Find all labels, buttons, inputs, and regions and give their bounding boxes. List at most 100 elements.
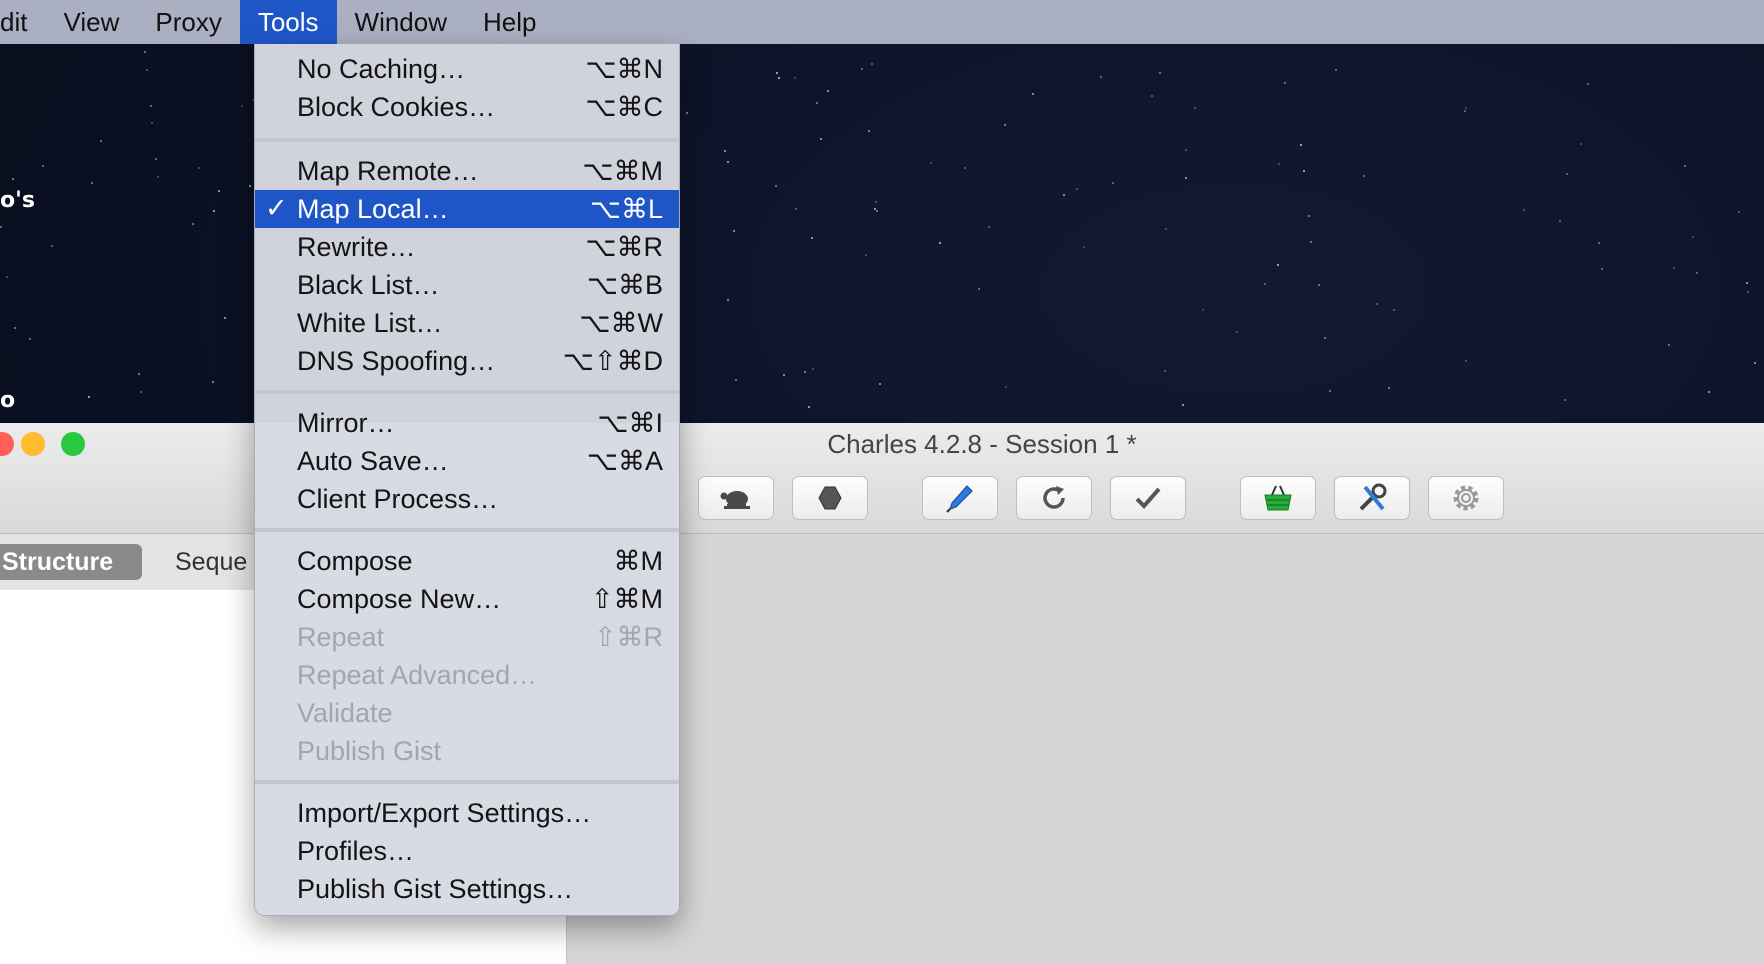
star-decoration (871, 63, 873, 65)
star-decoration (1100, 76, 1102, 78)
star-decoration (1278, 163, 1280, 165)
menu-separator (255, 138, 679, 142)
star-decoration (1264, 283, 1266, 285)
gear-icon (1453, 485, 1479, 511)
star-decoration (1032, 93, 1034, 95)
menu-item-label: Map Local… (297, 194, 449, 224)
menu-edit[interactable]: dit (0, 0, 45, 44)
menu-item-shortcut: ⇧⌘M (590, 584, 663, 614)
menu-item-label: Compose (297, 546, 413, 576)
menu-item-shortcut: ⌥⌘W (579, 308, 663, 338)
star-decoration (1005, 386, 1007, 388)
menu-item-map-local[interactable]: ✓ Map Local… ⌥⌘L (255, 190, 679, 228)
menu-item-label: No Caching… (297, 54, 466, 84)
star-decoration (1673, 267, 1675, 269)
star-decoration (91, 182, 93, 184)
tab-structure[interactable]: Structure (0, 544, 142, 580)
throttle-button[interactable] (698, 476, 774, 520)
star-decoration (140, 391, 142, 393)
menu-tools[interactable]: Tools (239, 0, 337, 44)
star-decoration (12, 178, 14, 180)
star-decoration (930, 162, 932, 164)
menu-help[interactable]: Help (465, 0, 554, 44)
star-decoration (213, 210, 215, 212)
star-decoration (88, 396, 90, 398)
clear-button[interactable] (1240, 476, 1316, 520)
star-decoration (1684, 165, 1686, 167)
menu-item-no-caching[interactable]: No Caching… ⌥⌘N (255, 50, 679, 88)
menu-item-black-list[interactable]: Black List… ⌥⌘B (255, 266, 679, 304)
menu-item-white-list[interactable]: White List… ⌥⌘W (255, 304, 679, 342)
star-decoration (1696, 272, 1698, 274)
desktop-icon-label[interactable]: o (0, 388, 15, 413)
menu-item-shortcut: ⌥⌘N (585, 54, 663, 84)
star-decoration (794, 77, 796, 79)
menu-item-label: Import/Export Settings… (297, 798, 592, 828)
menu-window[interactable]: Window (337, 0, 465, 44)
star-decoration (151, 122, 153, 124)
star-decoration (1388, 387, 1390, 389)
star-decoration (138, 373, 140, 375)
checkmark-icon: ✓ (265, 193, 288, 223)
menu-item-label: Profiles… (297, 836, 415, 866)
validate-button[interactable] (1110, 476, 1186, 520)
menu-item-label: Publish Gist (297, 736, 442, 766)
menu-item-import-export-settings[interactable]: Import/Export Settings… (255, 794, 679, 832)
menu-item-validate: Validate (255, 694, 679, 732)
star-decoration (1063, 194, 1065, 196)
star-decoration (1393, 309, 1395, 311)
menu-separator (255, 780, 679, 784)
menu-item-block-cookies[interactable]: Block Cookies… ⌥⌘C (255, 88, 679, 126)
star-decoration (1559, 220, 1561, 222)
star-decoration (795, 208, 797, 210)
menu-item-auto-save[interactable]: Auto Save… ⌥⌘A (255, 442, 679, 480)
star-decoration (776, 72, 778, 74)
star-decoration (1692, 236, 1694, 238)
star-decoration (1601, 268, 1603, 270)
menu-item-shortcut: ⌥⌘L (589, 194, 663, 224)
menu-item-shortcut: ⌥⌘I (597, 408, 663, 438)
menu-item-label: DNS Spoofing… (297, 346, 496, 376)
star-decoration (1277, 264, 1279, 266)
stop-recording-button[interactable] (792, 476, 868, 520)
menu-item-shortcut: ⌥⇧⌘D (562, 346, 663, 376)
settings-button[interactable] (1428, 476, 1504, 520)
tab-sequence[interactable]: Seque (175, 544, 247, 580)
star-decoration (1668, 344, 1670, 346)
star-decoration (1112, 182, 1114, 184)
menu-item-compose-new[interactable]: Compose New… ⇧⌘M (255, 580, 679, 618)
star-decoration (1464, 110, 1466, 112)
star-decoration (727, 299, 729, 301)
menu-item-shortcut: ⌘M (613, 546, 664, 576)
tools-button[interactable] (1334, 476, 1410, 520)
menu-item-mirror[interactable]: Mirror… ⌥⌘I (255, 404, 679, 442)
repeat-button[interactable] (1016, 476, 1092, 520)
desktop-icon-label[interactable]: o's (0, 188, 35, 213)
tools-icon (1359, 483, 1387, 511)
star-decoration (1303, 170, 1305, 172)
star-decoration (735, 379, 737, 381)
star-decoration (51, 245, 53, 247)
menu-item-rewrite[interactable]: Rewrite… ⌥⌘R (255, 228, 679, 266)
menu-item-label: Repeat (297, 622, 385, 652)
basket-icon (1264, 485, 1292, 511)
menu-item-map-remote[interactable]: Map Remote… ⌥⌘M (255, 152, 679, 190)
turtle-icon (720, 491, 750, 509)
menu-item-shortcut: ⌥⌘R (585, 232, 663, 262)
menu-proxy[interactable]: Proxy (137, 0, 239, 44)
star-decoration (1300, 144, 1302, 146)
star-decoration (1185, 149, 1187, 151)
menu-item-profiles[interactable]: Profiles… (255, 832, 679, 870)
edit-button[interactable] (922, 476, 998, 520)
menu-item-compose[interactable]: Compose ⌘M (255, 542, 679, 580)
star-decoration (865, 254, 867, 256)
menu-item-client-process[interactable]: Client Process… (255, 480, 679, 518)
star-decoration (1587, 83, 1589, 85)
menu-item-publish-gist-settings[interactable]: Publish Gist Settings… (255, 870, 679, 908)
menu-view[interactable]: View (45, 0, 137, 44)
stop-icon (818, 486, 842, 510)
star-decoration (249, 185, 251, 187)
menu-item-dns-spoofing[interactable]: DNS Spoofing… ⌥⇧⌘D (255, 342, 679, 380)
star-decoration (1202, 309, 1204, 311)
star-decoration (1708, 391, 1710, 393)
